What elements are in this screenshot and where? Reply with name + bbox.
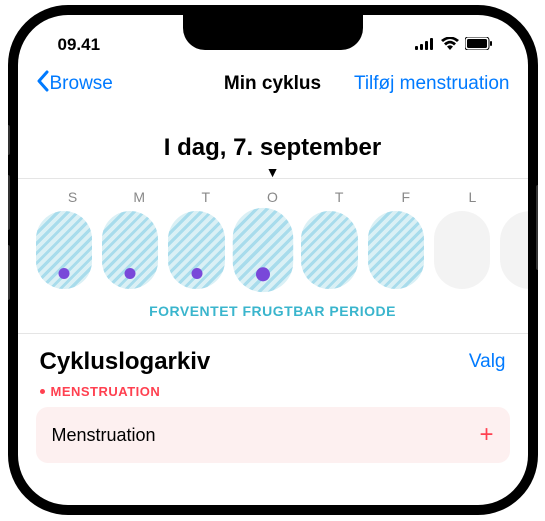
cycle-day[interactable] [102, 211, 158, 289]
category-label: MENSTRUATION [18, 380, 528, 407]
prediction-dot-icon [256, 267, 270, 281]
nav-bar: Browse Min cyklus Tilføj menstruation [18, 60, 528, 106]
prediction-dot-icon [125, 268, 136, 279]
cycle-day[interactable] [500, 211, 527, 289]
chevron-left-icon [36, 70, 50, 98]
cycle-day-current[interactable] [232, 208, 293, 292]
weekday-label: M [114, 181, 164, 205]
cycle-day[interactable] [36, 211, 92, 289]
cycle-day[interactable] [434, 211, 490, 289]
weekday-label: L [447, 181, 497, 205]
date-heading: I dag, 7. september [18, 134, 528, 162]
back-label: Browse [50, 73, 113, 95]
cycle-day[interactable] [168, 211, 224, 289]
options-button[interactable]: Valg [469, 351, 506, 373]
cellular-icon [415, 35, 435, 55]
status-icons [415, 35, 493, 55]
plus-icon: + [479, 421, 493, 449]
cycle-days-row[interactable] [18, 211, 528, 289]
category-dot-icon [40, 389, 45, 394]
log-item-label: Menstruation [52, 425, 156, 446]
back-button[interactable]: Browse [36, 70, 113, 98]
log-header: Cykluslogarkiv Valg [18, 334, 528, 380]
log-title: Cykluslogarkiv [40, 348, 211, 376]
category-text: MENSTRUATION [51, 384, 161, 399]
weekday-label: S [48, 181, 98, 205]
wifi-icon [441, 35, 459, 55]
weekday-label: T [314, 181, 364, 205]
cycle-day[interactable] [368, 211, 424, 289]
weekday-label: T [181, 181, 231, 205]
nav-title: Min cyklus [224, 73, 321, 95]
weekday-label: O [247, 181, 297, 205]
log-item-menstruation[interactable]: Menstruation + [36, 407, 510, 463]
battery-icon [465, 35, 493, 55]
notch [183, 15, 363, 50]
prediction-dot-icon [191, 268, 202, 279]
current-day-marker-icon: ▼ [18, 168, 528, 176]
week-row: S M T O T F L [18, 178, 528, 211]
add-menstruation-button[interactable]: Tilføj menstruation [354, 73, 510, 95]
cycle-day[interactable] [301, 211, 357, 289]
weekday-label: F [381, 181, 431, 205]
status-time: 09.41 [58, 35, 101, 55]
fertile-window-label: FORVENTET FRUGTBAR PERIODE [18, 303, 528, 319]
prediction-dot-icon [58, 268, 69, 279]
